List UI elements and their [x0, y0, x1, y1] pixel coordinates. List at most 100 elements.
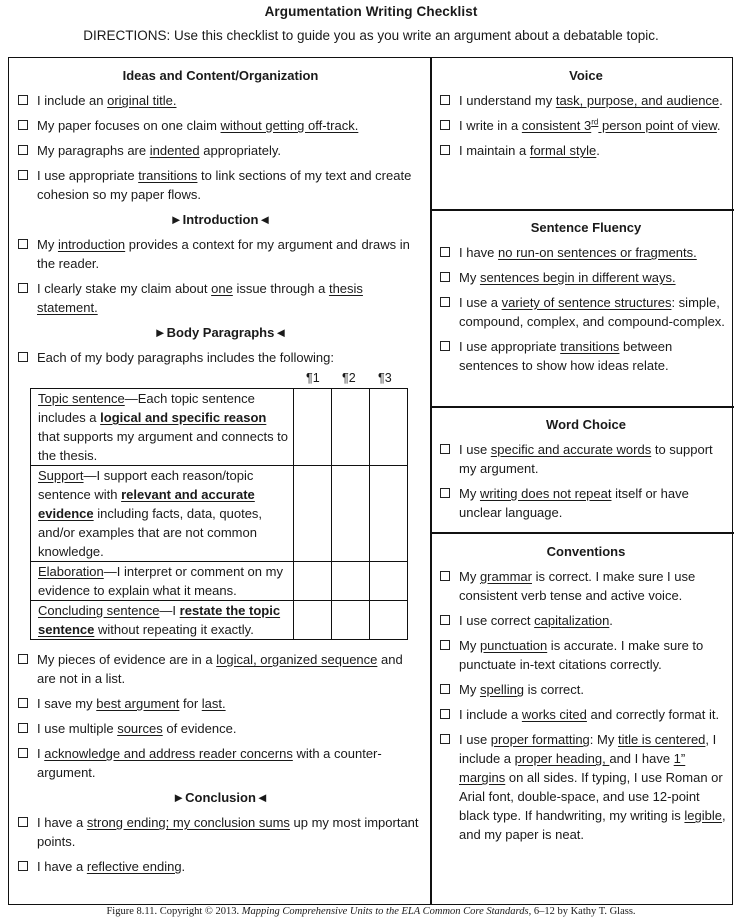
checklist-item[interactable]: I have no run-on sentences or fragments.: [440, 243, 732, 262]
checklist-item[interactable]: I use correct capitalization.: [440, 611, 732, 630]
checklist-item[interactable]: I clearly stake my claim about one issue…: [18, 279, 423, 317]
checklist-item[interactable]: I include a works cited and correctly fo…: [440, 705, 732, 724]
checklist-item[interactable]: My writing does not repeat itself or hav…: [440, 484, 732, 522]
emphasis-text: reflective ending: [86, 859, 182, 874]
checkbox-icon[interactable]: [440, 444, 450, 454]
conclusion-heading: ►Conclusion◄: [18, 788, 423, 807]
text-run: for: [179, 696, 202, 711]
emphasis-text: writing does not repeat: [479, 486, 612, 501]
checkbox-icon[interactable]: [440, 734, 450, 744]
checkbox-icon[interactable]: [440, 247, 450, 257]
checkbox-icon[interactable]: [18, 817, 28, 827]
checklist-item[interactable]: My grammar is correct. I make sure I use…: [440, 567, 732, 605]
caption-suffix: 6–12 by Kathy T. Glass.: [531, 906, 636, 917]
checklist-item[interactable]: I use specific and accurate words to sup…: [440, 440, 732, 478]
emphasis-text: title is centered: [617, 732, 706, 747]
checkbox-icon[interactable]: [440, 684, 450, 694]
checkbox-icon[interactable]: [18, 170, 28, 180]
checklist-item[interactable]: I save my best argument for last.: [18, 694, 423, 713]
emphasis-text: indented: [149, 143, 200, 158]
checklist-item[interactable]: I use multiple sources of evidence.: [18, 719, 423, 738]
checkbox-icon[interactable]: [18, 145, 28, 155]
checklist-item[interactable]: I include an original title.: [18, 91, 423, 110]
text-run: I use appropriate: [459, 339, 561, 354]
item-text: My paragraphs are indented appropriately…: [37, 143, 281, 158]
table-row: Support—I support each reason/topic sent…: [29, 465, 408, 562]
paragraph-3-check-cell[interactable]: [369, 600, 408, 640]
paragraph-1-check-cell[interactable]: [293, 388, 333, 466]
checklist-item[interactable]: I have a strong ending; my conclusion su…: [18, 813, 423, 851]
checkbox-icon[interactable]: [440, 120, 450, 130]
table-row: Elaboration—I interpret or comment on my…: [29, 561, 408, 601]
checkbox-icon[interactable]: [18, 95, 28, 105]
checklist-item[interactable]: My pieces of evidence are in a logical, …: [18, 650, 423, 688]
checkbox-icon[interactable]: [440, 615, 450, 625]
section-heading: Conventions: [546, 544, 626, 559]
text-run: I use appropriate: [37, 168, 139, 183]
checkbox-icon[interactable]: [18, 239, 28, 249]
item-text: I use specific and accurate words to sup…: [459, 442, 713, 476]
checkbox-icon[interactable]: [440, 272, 450, 282]
checklist-item[interactable]: I acknowledge and address reader concern…: [18, 744, 423, 782]
section-divider: [431, 209, 734, 211]
paragraph-2-check-cell[interactable]: [331, 388, 371, 466]
item-text: I write in a consistent 3rd person point…: [459, 118, 721, 133]
paragraph-1-check-cell[interactable]: [293, 600, 333, 640]
checklist-item[interactable]: I maintain a formal style.: [440, 141, 732, 160]
paragraph-3-check-cell[interactable]: [369, 561, 408, 601]
checkbox-icon[interactable]: [18, 654, 28, 664]
paragraph-2-check-cell[interactable]: [331, 465, 371, 562]
checklist-item[interactable]: My paragraphs are indented appropriately…: [18, 141, 423, 160]
checklist-item[interactable]: I use proper formatting: My title is cen…: [440, 730, 732, 844]
emphasis-text: task, purpose, and audience: [555, 93, 720, 108]
emphasis-text: without getting off-track.: [220, 118, 359, 133]
paragraph-3-check-cell[interactable]: [369, 388, 408, 466]
checkbox-icon[interactable]: [18, 861, 28, 871]
checkbox-icon[interactable]: [18, 698, 28, 708]
text-run: My: [459, 569, 480, 584]
checkbox-icon[interactable]: [440, 709, 450, 719]
paragraph-3-check-cell[interactable]: [369, 465, 408, 562]
item-text: My punctuation is accurate. I make sure …: [459, 638, 703, 672]
emphasis-text: transitions: [138, 168, 198, 183]
text-run: I use multiple: [37, 721, 118, 736]
emphasis-text: person point of view: [598, 118, 717, 133]
checkbox-icon[interactable]: [18, 352, 28, 362]
checklist-item[interactable]: I use appropriate transitions to link se…: [18, 166, 423, 204]
checklist-item[interactable]: My paper focuses on one claim without ge…: [18, 116, 423, 135]
text-run: I use: [459, 732, 491, 747]
checklist-item[interactable]: My introduction provides a context for m…: [18, 235, 423, 273]
checkbox-icon[interactable]: [18, 120, 28, 130]
checkbox-icon[interactable]: [440, 571, 450, 581]
checkbox-icon[interactable]: [440, 640, 450, 650]
emphasis-text: Concluding sentence: [38, 603, 160, 618]
section-divider: [431, 532, 734, 534]
checklist-item[interactable]: I understand my task, purpose, and audie…: [440, 91, 732, 110]
checkbox-icon[interactable]: [18, 723, 28, 733]
checklist-item[interactable]: I write in a consistent 3rd person point…: [440, 116, 732, 135]
item-text: I maintain a formal style.: [459, 143, 600, 158]
checkbox-icon[interactable]: [440, 145, 450, 155]
checklist-item[interactable]: I use a variety of sentence structures: …: [440, 293, 732, 331]
paragraph-1-check-cell[interactable]: [293, 561, 333, 601]
emphasis-text: formal style: [529, 143, 597, 158]
checklist-item[interactable]: My punctuation is accurate. I make sure …: [440, 636, 732, 674]
item-text: I have no run-on sentences or fragments.: [459, 245, 697, 260]
item-text: I have a reflective ending.: [37, 859, 185, 874]
emphasis-text: logical and specific reason: [100, 410, 267, 425]
checklist-item[interactable]: I have a reflective ending.: [18, 857, 423, 876]
checkbox-icon[interactable]: [440, 341, 450, 351]
paragraph-1-check-cell[interactable]: [293, 465, 333, 562]
checklist-item[interactable]: My sentences begin in different ways.: [440, 268, 732, 287]
checkbox-icon[interactable]: [440, 95, 450, 105]
checklist-item[interactable]: My spelling is correct.: [440, 680, 732, 699]
figure-caption: Figure 8.11. Copyright © 2013. Mapping C…: [0, 906, 742, 917]
checkbox-icon[interactable]: [440, 488, 450, 498]
checklist-item[interactable]: Each of my body paragraphs includes the …: [18, 348, 423, 367]
paragraph-2-check-cell[interactable]: [331, 561, 371, 601]
paragraph-2-check-cell[interactable]: [331, 600, 371, 640]
checkbox-icon[interactable]: [18, 748, 28, 758]
checklist-item[interactable]: I use appropriate transitions between se…: [440, 337, 732, 375]
checkbox-icon[interactable]: [440, 297, 450, 307]
checkbox-icon[interactable]: [18, 283, 28, 293]
